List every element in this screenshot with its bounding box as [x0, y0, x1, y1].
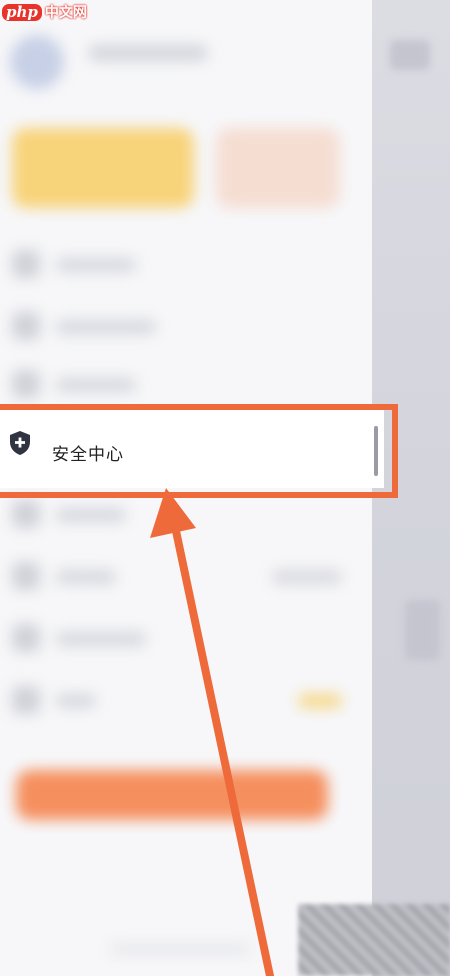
screen: 安全中心 php 中文网: [0, 0, 450, 976]
logo-php: php: [2, 3, 42, 21]
pixelated-watermark: [298, 904, 450, 976]
logo-text: 中文网: [44, 5, 87, 21]
pointer-arrow-icon: [150, 488, 274, 976]
logo: php 中文网: [2, 2, 87, 22]
